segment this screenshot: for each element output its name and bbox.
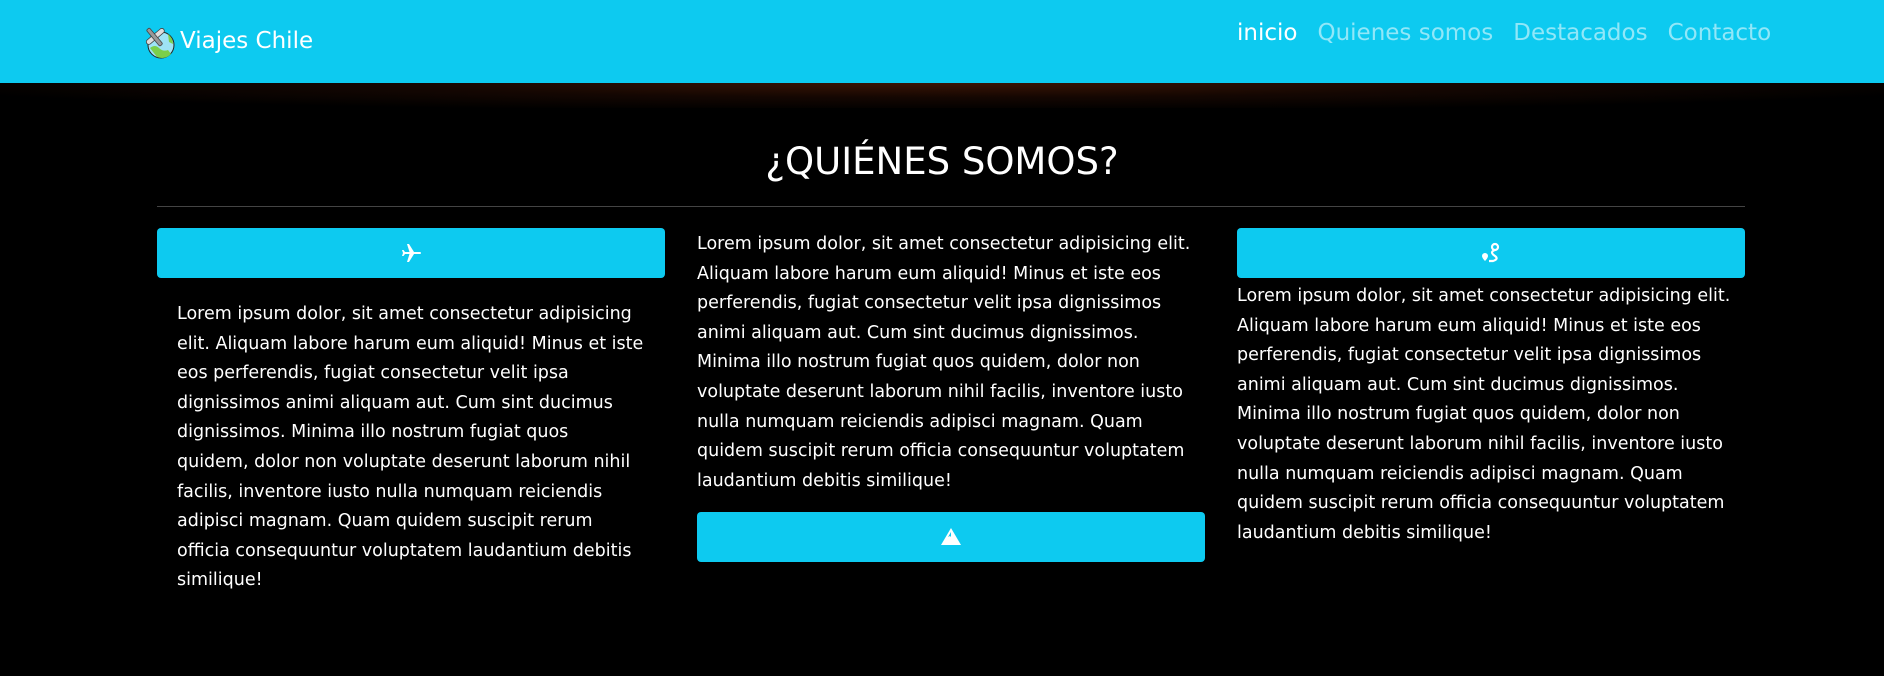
card-2: Lorem ipsum dolor, sit amet consectetur …: [697, 230, 1205, 563]
card-1-text: Lorem ipsum dolor, sit amet consectetur …: [177, 304, 644, 591]
card-2-text: Lorem ipsum dolor, sit amet consectetur …: [697, 234, 1191, 491]
nav-link-contacto[interactable]: Contacto: [1668, 20, 1772, 46]
card-3-text: Lorem ipsum dolor, sit amet consectetur …: [1237, 286, 1731, 543]
card-1: Lorem ipsum dolor, sit amet consectetur …: [157, 228, 665, 596]
card-3: Lorem ipsum dolor, sit amet consectetur …: [1237, 228, 1745, 548]
plane-button[interactable]: [157, 228, 665, 278]
hero-edge: [0, 83, 1884, 108]
brand-link[interactable]: Viajes Chile: [140, 22, 313, 60]
route-icon: [1482, 242, 1500, 263]
plane-icon: [402, 244, 421, 262]
brand-name: Viajes Chile: [180, 28, 314, 54]
section-title: ¿QUIÉNES SOMOS?: [765, 140, 1119, 183]
globe-plane-logo-icon: [145, 27, 175, 59]
navbar: Viajes Chile inicio Quienes somos Destac…: [0, 0, 1884, 83]
mountain-icon: [941, 528, 961, 546]
nav-link-quienes-somos[interactable]: Quienes somos: [1317, 20, 1493, 46]
nav-links: inicio Quienes somos Destacados Contacto: [1237, 20, 1771, 46]
nav-link-destacados[interactable]: Destacados: [1513, 20, 1647, 46]
divider: [157, 206, 1745, 207]
mountain-button[interactable]: [697, 512, 1205, 563]
nav-link-inicio[interactable]: inicio: [1237, 20, 1297, 46]
route-button[interactable]: [1237, 228, 1745, 278]
